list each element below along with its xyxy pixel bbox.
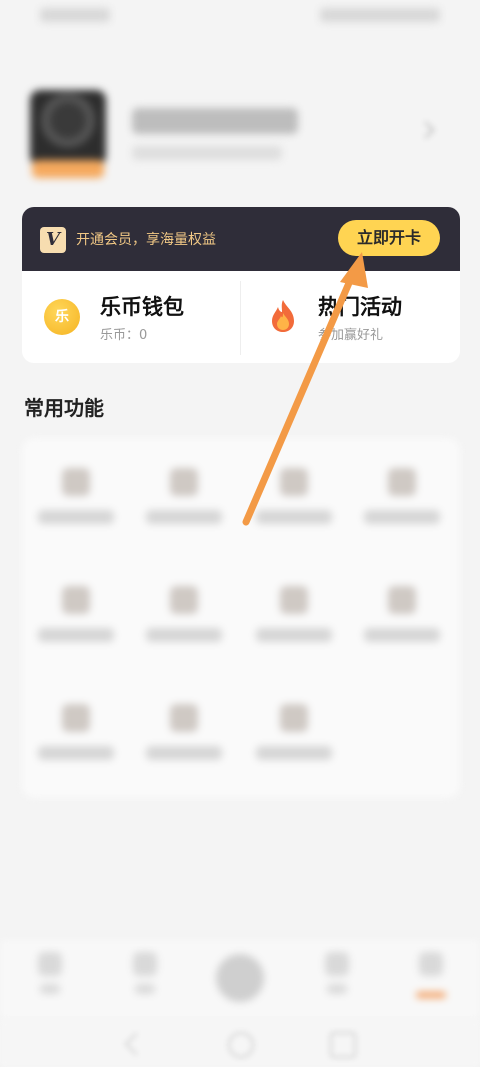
grid-item-label-blurred bbox=[38, 510, 114, 524]
nav-active-indicator bbox=[416, 992, 446, 998]
nav-item[interactable] bbox=[25, 952, 75, 1002]
section-title: 常用功能 bbox=[24, 396, 104, 420]
chevron-right-icon[interactable] bbox=[420, 122, 436, 138]
grid-item[interactable] bbox=[134, 468, 234, 548]
bottom-nav bbox=[0, 940, 480, 1020]
open-membership-button[interactable]: 立即开卡 bbox=[338, 220, 440, 256]
nav-center-button[interactable] bbox=[216, 954, 264, 1002]
grid-item-label-blurred bbox=[38, 628, 114, 642]
grid-item-icon bbox=[280, 586, 308, 614]
username-blurred bbox=[132, 108, 298, 134]
grid-item-label-blurred bbox=[256, 746, 332, 760]
nav-label-blurred bbox=[135, 984, 155, 994]
grid-item[interactable] bbox=[134, 586, 234, 666]
grid-item[interactable] bbox=[244, 468, 344, 548]
grid-item[interactable] bbox=[26, 468, 126, 548]
nav-label-blurred bbox=[327, 984, 347, 994]
vip-logo-icon: V bbox=[40, 227, 66, 253]
nav-icon bbox=[133, 952, 157, 976]
avatar[interactable] bbox=[30, 90, 106, 180]
nav-item[interactable] bbox=[312, 952, 362, 1002]
system-nav-bar bbox=[0, 1020, 480, 1067]
events-subtitle: 参加赢好礼 bbox=[318, 328, 384, 343]
grid-item-label-blurred bbox=[256, 628, 332, 642]
grid-item-label-blurred bbox=[364, 628, 440, 642]
grid-item[interactable] bbox=[26, 586, 126, 666]
grid-item-icon bbox=[62, 586, 90, 614]
events-title: 热门活动 bbox=[318, 295, 402, 319]
nav-icon bbox=[419, 952, 443, 976]
nav-item-me[interactable] bbox=[406, 952, 456, 1002]
nav-label-blurred bbox=[40, 984, 60, 994]
status-bar bbox=[0, 0, 480, 36]
quick-cards: 乐 乐币钱包 乐币：0 热门活动 参加赢好礼 bbox=[22, 271, 460, 363]
coin-icon: 乐 bbox=[44, 299, 80, 335]
avatar-image bbox=[30, 90, 106, 166]
grid-item-icon bbox=[388, 468, 416, 496]
nav-icon bbox=[38, 952, 62, 976]
status-bar-right-blurred bbox=[320, 8, 440, 22]
grid-item[interactable] bbox=[352, 468, 452, 548]
divider bbox=[240, 281, 241, 355]
grid-item-icon bbox=[280, 704, 308, 732]
grid-item-icon bbox=[170, 468, 198, 496]
grid-item-icon bbox=[62, 704, 90, 732]
wallet-balance: 乐币：0 bbox=[100, 328, 148, 343]
feature-grid bbox=[22, 438, 460, 798]
nav-item[interactable] bbox=[120, 952, 170, 1002]
member-level-badge bbox=[32, 160, 104, 178]
grid-item-icon bbox=[280, 468, 308, 496]
grid-item-label-blurred bbox=[38, 746, 114, 760]
wallet-title: 乐币钱包 bbox=[100, 295, 184, 319]
grid-item-icon bbox=[170, 704, 198, 732]
grid-item-label-blurred bbox=[146, 746, 222, 760]
grid-item[interactable] bbox=[352, 586, 452, 666]
grid-item-label-blurred bbox=[364, 510, 440, 524]
recents-icon[interactable] bbox=[330, 1032, 356, 1058]
status-bar-left-blurred bbox=[40, 8, 110, 22]
nav-icon bbox=[325, 952, 349, 976]
back-icon[interactable] bbox=[124, 1032, 148, 1056]
fire-icon bbox=[272, 300, 294, 332]
grid-item-icon bbox=[62, 468, 90, 496]
grid-item[interactable] bbox=[244, 586, 344, 666]
grid-item-icon bbox=[388, 586, 416, 614]
home-icon[interactable] bbox=[228, 1032, 254, 1058]
grid-item-label-blurred bbox=[256, 510, 332, 524]
grid-item[interactable] bbox=[244, 704, 344, 784]
grid-item-label-blurred bbox=[146, 510, 222, 524]
grid-item-label-blurred bbox=[146, 628, 222, 642]
user-id-blurred bbox=[132, 146, 282, 160]
grid-item[interactable] bbox=[26, 704, 126, 784]
vip-banner[interactable]: V 开通会员，享海量权益 立即开卡 bbox=[22, 207, 460, 271]
grid-item[interactable] bbox=[134, 704, 234, 784]
grid-item-icon bbox=[170, 586, 198, 614]
vip-promo-text: 开通会员，享海量权益 bbox=[76, 232, 216, 248]
